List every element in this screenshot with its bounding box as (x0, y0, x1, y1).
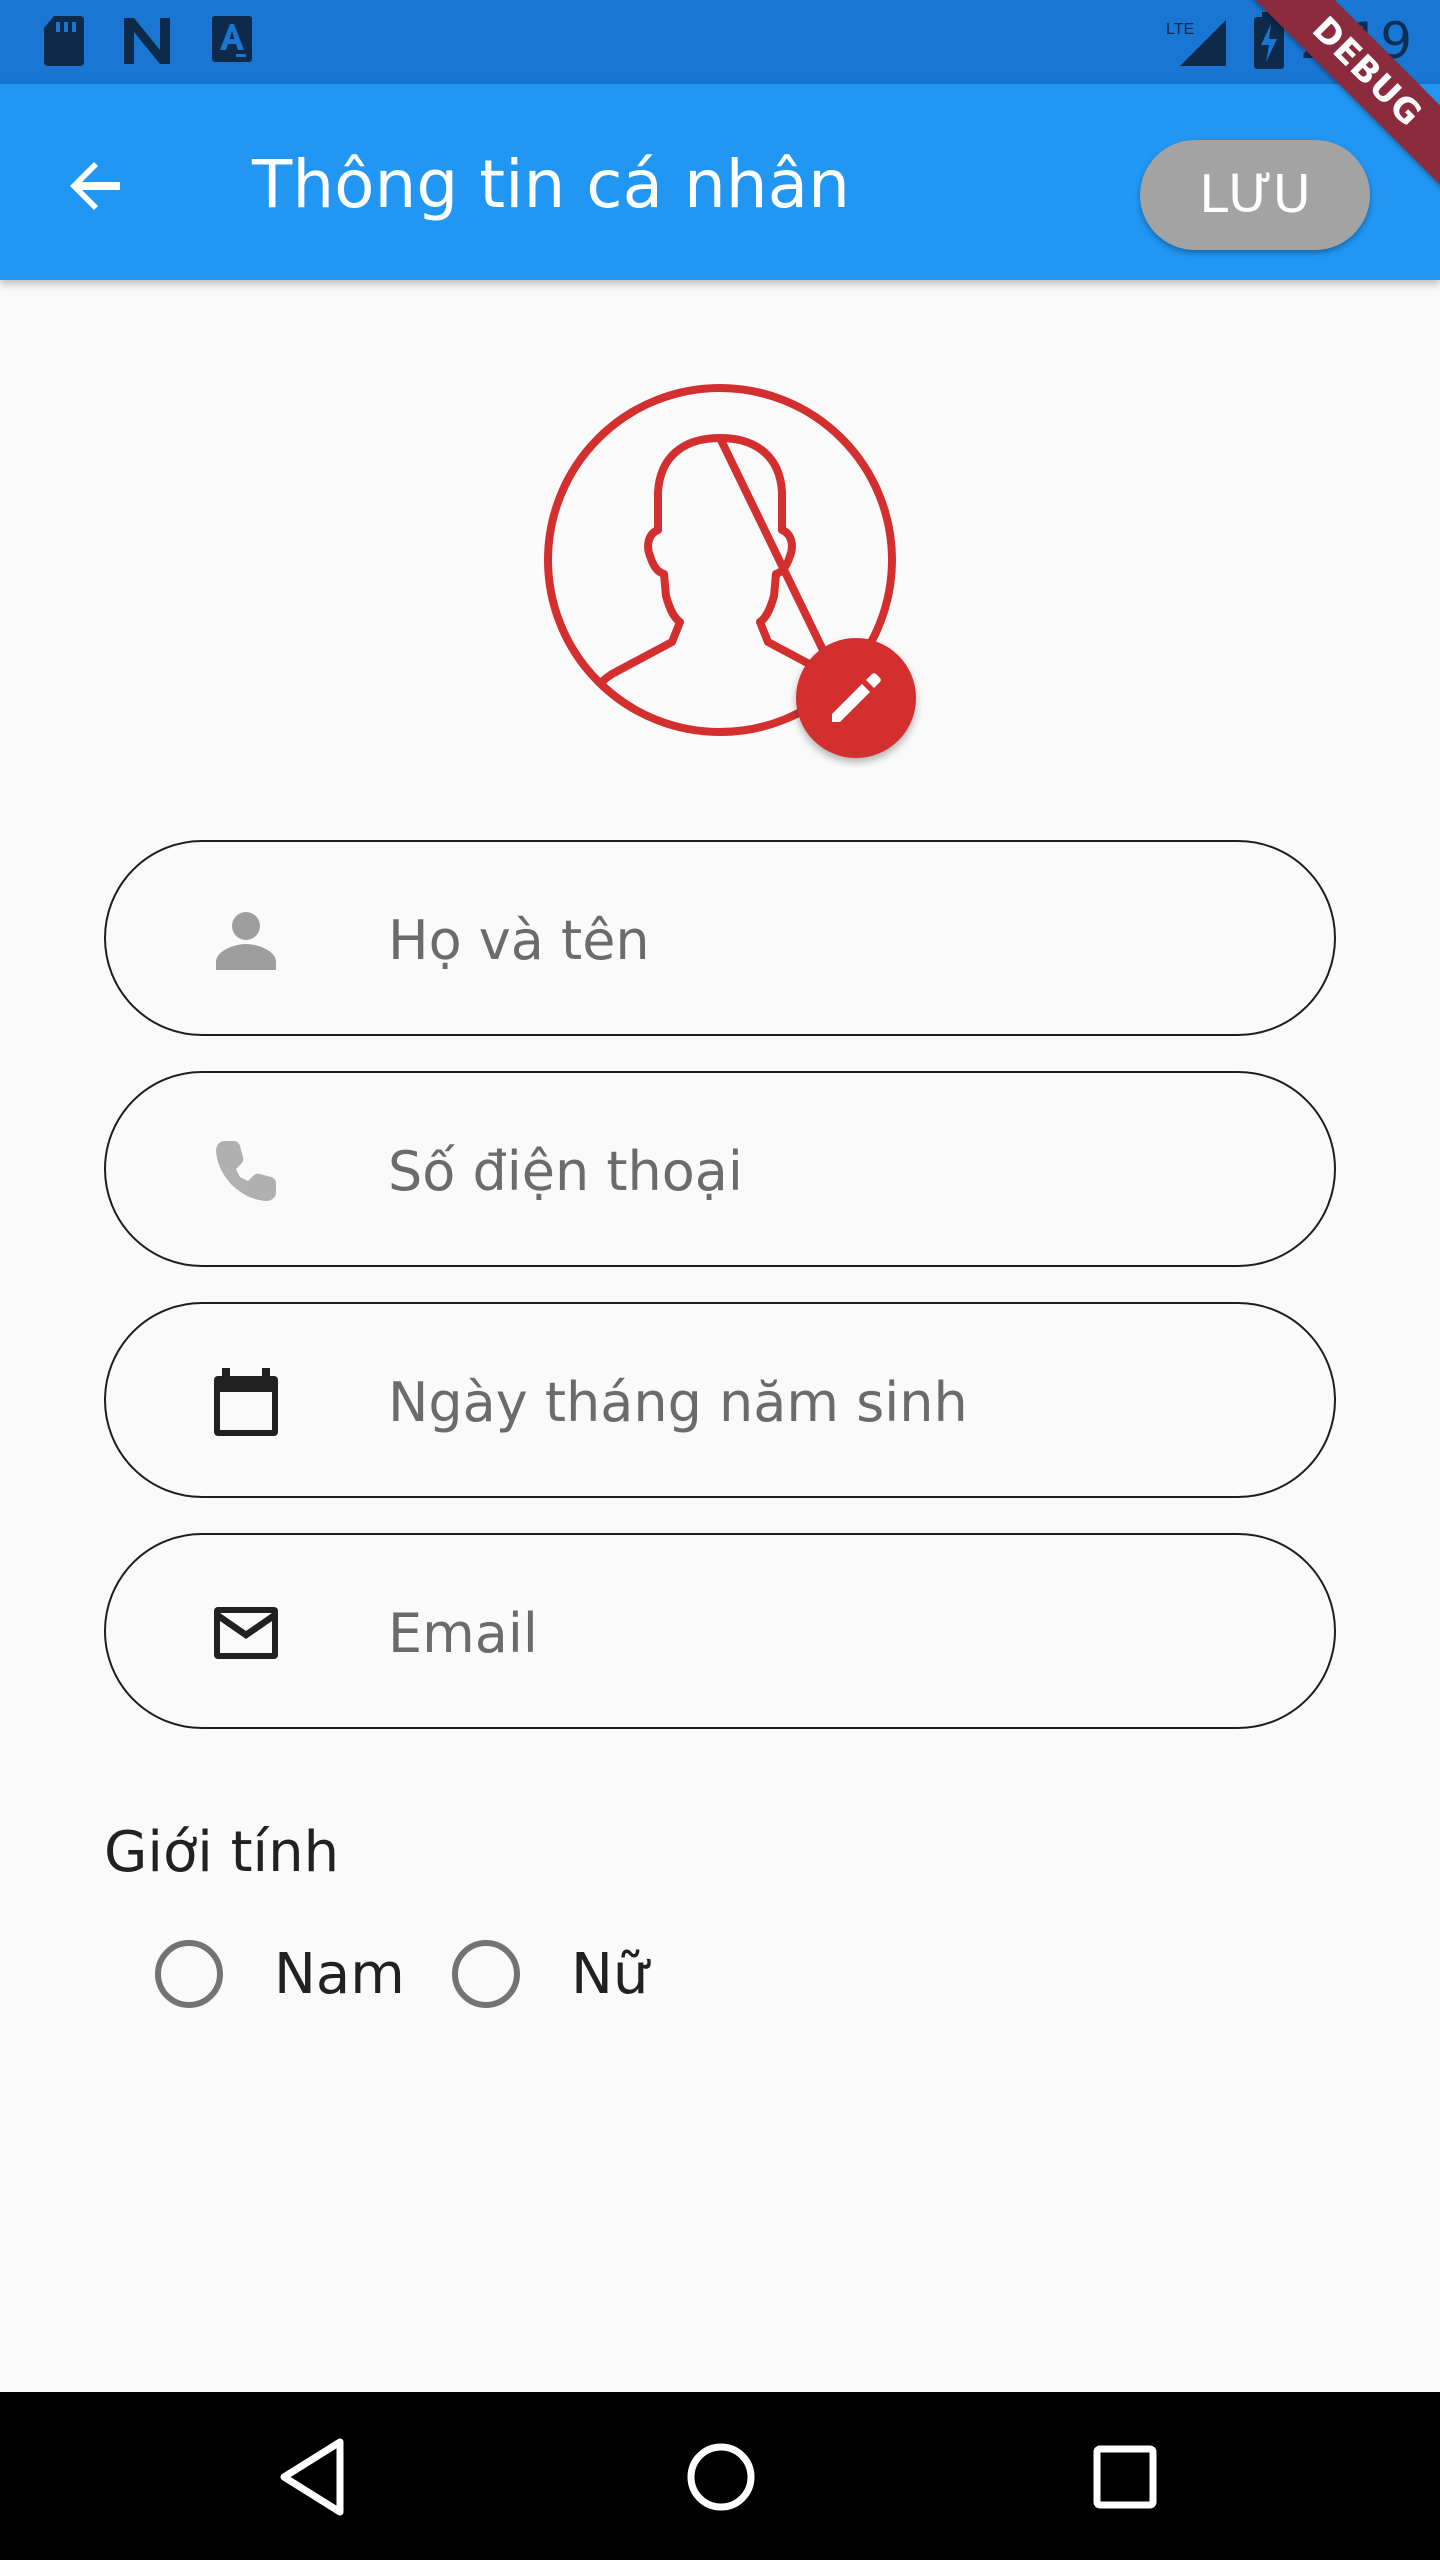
calendar-icon[interactable] (210, 1366, 282, 1438)
gender-label: Giới tính (104, 1820, 340, 1885)
gender-option-male-label[interactable]: Nam (274, 1942, 405, 2007)
birthday-input[interactable] (388, 1344, 1268, 1460)
birthday-field[interactable] (104, 1302, 1336, 1498)
recents-square-icon[interactable] (1080, 2432, 1170, 2522)
home-circle-icon[interactable] (676, 2432, 766, 2522)
save-button[interactable]: LƯU (1140, 140, 1370, 250)
email-input[interactable] (388, 1575, 1268, 1691)
profile-screen: LTE 2:19 DEBUG Thông tin cá nhân LƯU (0, 0, 1440, 2560)
back-arrow-icon[interactable] (58, 146, 138, 226)
phone-field[interactable] (104, 1071, 1336, 1267)
status-bar: LTE 2:19 (0, 0, 1440, 84)
lte-signal-icon: LTE (1166, 20, 1226, 66)
back-triangle-icon[interactable] (270, 2432, 360, 2522)
mail-icon (214, 1607, 278, 1659)
edit-avatar-button[interactable] (796, 638, 916, 758)
pencil-icon (832, 673, 881, 722)
gender-option-female-label[interactable]: Nữ (571, 1942, 648, 2007)
gender-radio-female[interactable] (452, 1940, 520, 2008)
n-app-icon (124, 18, 170, 64)
network-label: LTE (1166, 21, 1194, 38)
system-nav-bar (0, 2392, 1440, 2560)
page-title: Thông tin cá nhân (252, 146, 850, 223)
full-name-field[interactable] (104, 840, 1336, 1036)
gender-radio-male[interactable] (155, 1940, 223, 2008)
email-field[interactable] (104, 1533, 1336, 1729)
person-icon (216, 912, 276, 970)
full-name-input[interactable] (388, 882, 1268, 998)
a-app-icon (212, 16, 252, 62)
phone-icon (216, 1141, 276, 1201)
phone-input[interactable] (388, 1113, 1268, 1229)
app-bar: Thông tin cá nhân LƯU (0, 84, 1440, 280)
sd-card-icon (44, 16, 84, 66)
